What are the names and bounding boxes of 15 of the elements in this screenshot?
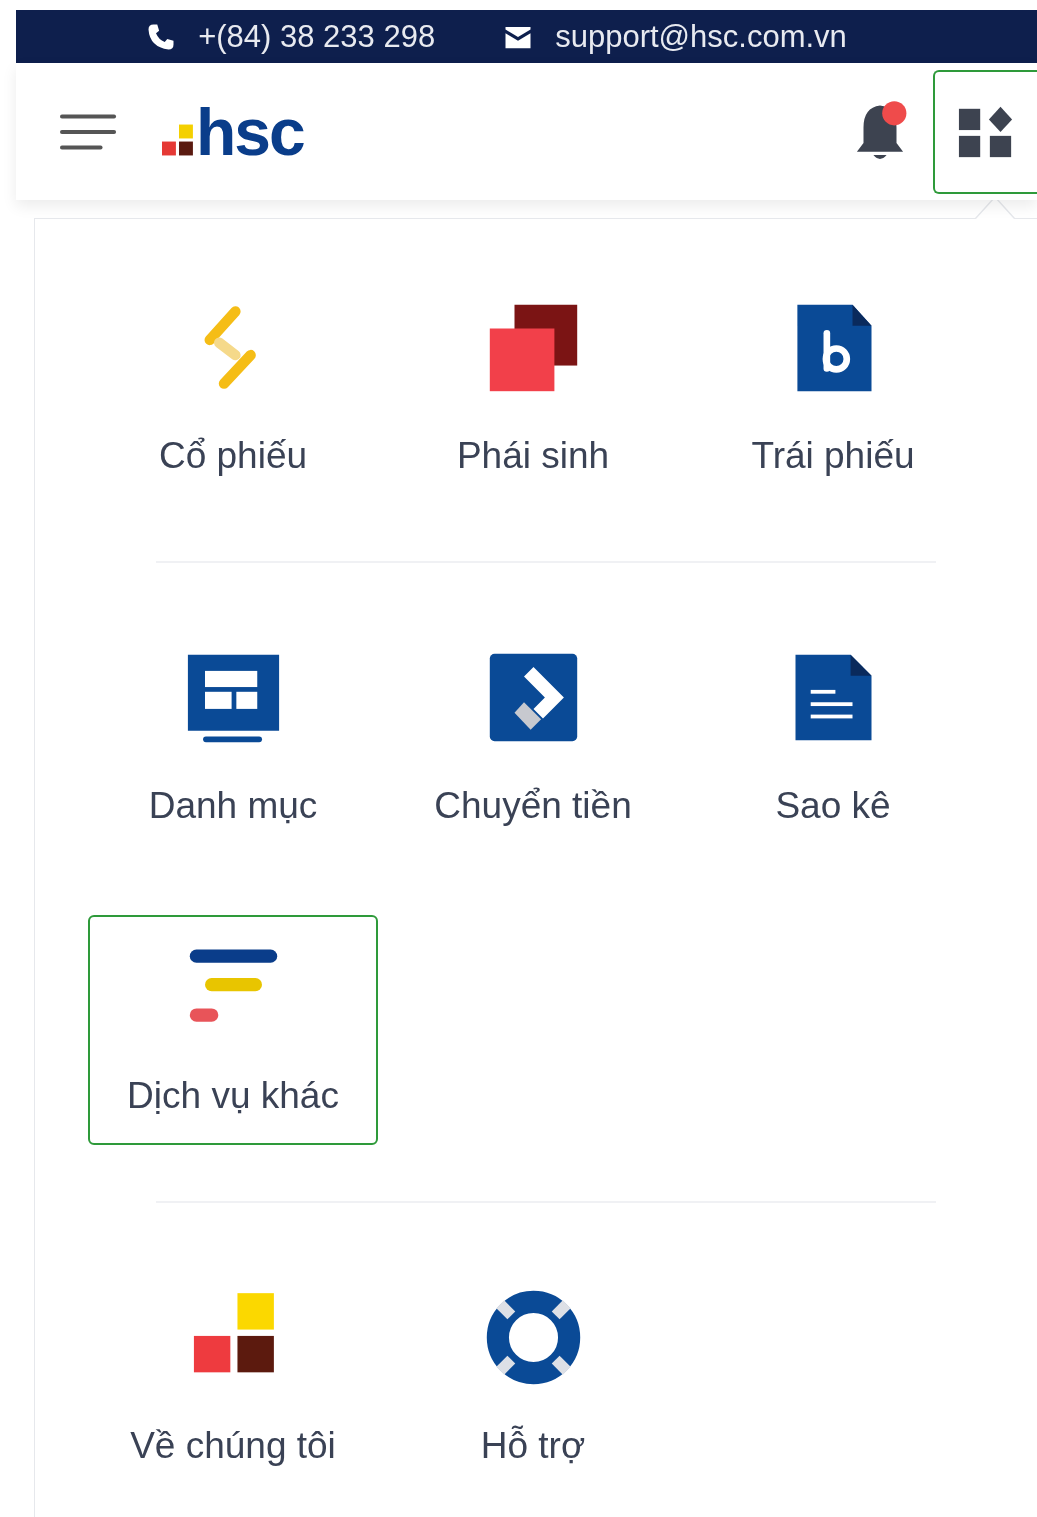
menu-tile[interactable]: Trái phiếu [688, 275, 978, 505]
menu-tile[interactable]: Chuyển tiền [388, 625, 678, 855]
logo-text[interactable]: hsc [196, 98, 304, 165]
menu-tile[interactable]: Danh mục [88, 625, 378, 855]
menu-tile[interactable]: Cổ phiếu [88, 275, 378, 505]
menu-tile[interactable]: Dịch vụ khác [88, 915, 378, 1145]
email-address[interactable]: support@hsc.com.vn [555, 18, 847, 55]
lifebuoy-icon [485, 1290, 581, 1385]
apps-button[interactable] [933, 69, 1037, 194]
menu-tile[interactable]: Hỗ trợ [388, 1265, 678, 1495]
logo-dots-icon [162, 122, 196, 157]
menu-tile[interactable]: Phái sinh [388, 275, 678, 505]
phone-number[interactable]: +(84) 38 233 298 [198, 18, 436, 55]
menu-tile[interactable]: Về chúng tôi [88, 1265, 378, 1495]
menu-tile[interactable]: Sao kê [688, 625, 978, 855]
